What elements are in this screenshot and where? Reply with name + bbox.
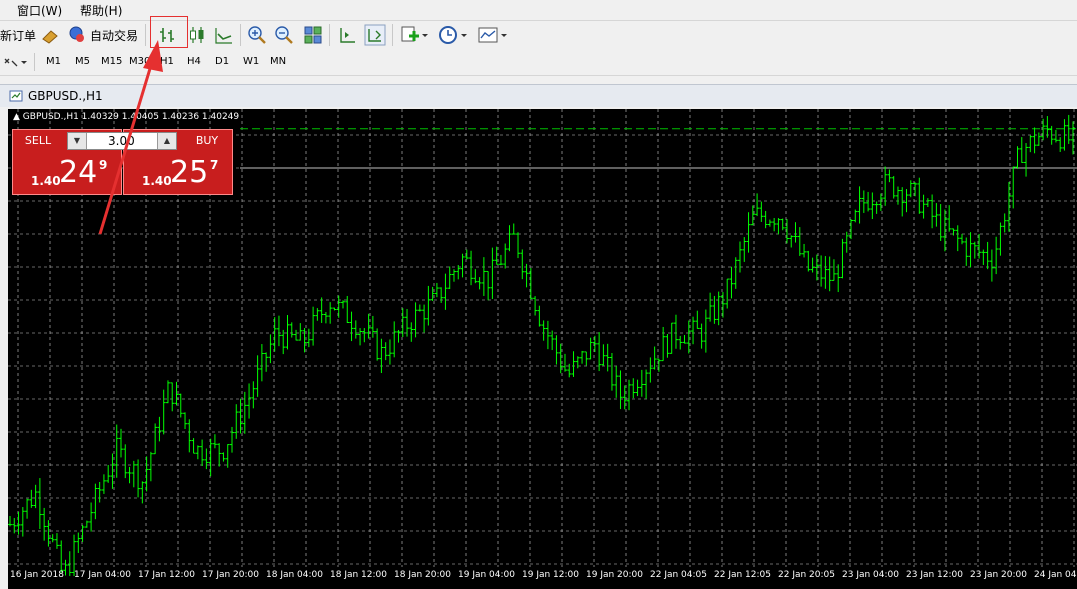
annotation-arrow xyxy=(98,40,163,235)
